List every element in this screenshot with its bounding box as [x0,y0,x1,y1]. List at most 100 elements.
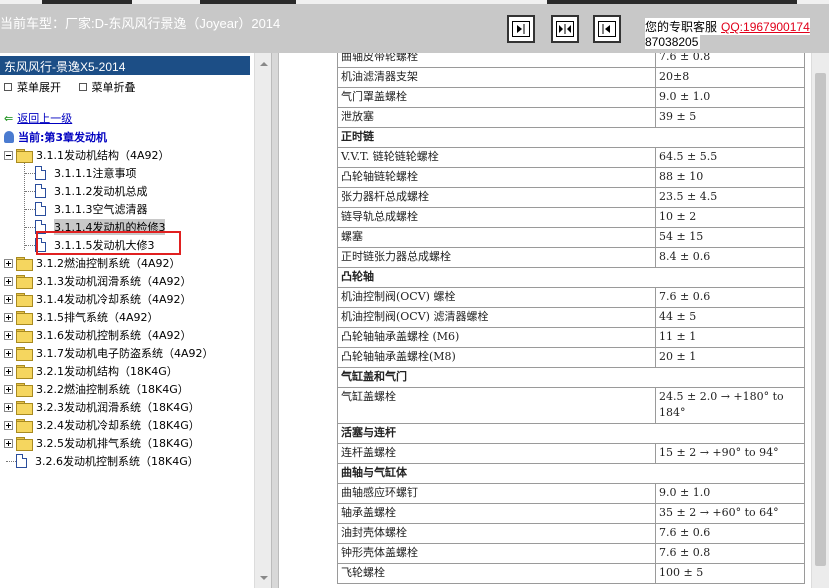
chapter-icon [4,131,14,143]
tree-label: 3.1.3发动机润滑系统（4A92） [36,275,192,288]
document-icon [35,184,46,198]
section-row: 正时链 [337,127,805,148]
torque-value: 39 ± 5 [655,107,805,128]
tree-document[interactable]: 3.2.6发动机控制系统（18K4G） [6,452,199,470]
tree-label: 3.1.6发动机控制系统（4A92） [36,329,192,342]
torque-value: 20±8 [655,67,805,88]
tree-label: 3.1.1.2发动机总成 [54,185,148,198]
expand-node-icon[interactable] [4,276,13,286]
expand-node-icon[interactable] [4,330,13,340]
table-row: 连杆盖螺栓 15 ± 2 → +90° to 94° [337,443,805,464]
collapse-menu-button[interactable]: 菜单折叠 [78,81,136,94]
back-link[interactable]: ⇐ 返回上一级 [4,110,72,126]
tree-document[interactable]: 3.1.1.3空气滤清器 [25,200,147,218]
tree-folder[interactable]: 3.1.2燃油控制系统（4A92） [4,254,181,272]
torque-value: 7.6 ± 0.8 [655,543,805,564]
content-panel: 曲轴皮带轮螺栓 7.6 ± 0.8 机油滤清器支架 20±8 气门罩盖螺栓 9.0 ± 1… [279,53,811,588]
expand-node-icon[interactable] [4,402,13,412]
back-label: 返回上一级 [17,112,73,125]
qq-link[interactable]: QQ:1967900174 [721,20,810,34]
part-name: 钟形壳体盖螺栓 [337,543,656,564]
table-row: 钟形壳体盖螺栓 7.6 ± 0.8 [337,543,805,564]
table-row: 凸轮轴链轮螺栓 88 ± 10 [337,167,805,188]
navigation-panel: 东风风行-景逸X5-2014 菜单展开 菜单折叠 ⇐ 返回上一级 当前:第3章发动… [0,53,271,588]
torque-value: 20 ± 1 [655,347,805,368]
part-name: 机油控制阀(OCV) 滤清器螺栓 [337,307,656,328]
part-name: 轴承盖螺栓 [337,503,656,524]
tree-connector [25,172,35,174]
split-button[interactable] [551,15,579,43]
content-scrollbar[interactable] [811,53,829,588]
left-scrollbar[interactable] [254,53,271,588]
tree-document[interactable]: 3.1.1.2发动机总成 [25,182,147,200]
tree-folder[interactable]: 3.1.7发动机电子防盗系统（4A92） [4,344,214,362]
tree-label: 3.1.4发动机冷却系统（4A92） [36,293,192,306]
current-chapter-label: 当前:第3章发动机 [18,131,108,144]
tree-folder[interactable]: 3.2.4发动机冷却系统（18K4G） [4,416,200,434]
part-name: 机油滤清器支架 [337,67,656,88]
tree-label: 3.1.1.1注意事项 [54,167,137,180]
tree-folder[interactable]: 3.2.2燃油控制系统（18K4G） [4,380,189,398]
collapse-node-icon[interactable] [4,150,13,160]
prev-button[interactable] [507,15,535,43]
tree-label: 3.2.1发动机结构（18K4G） [36,365,178,378]
tree-folder[interactable]: 3.1.4发动机冷却系统（4A92） [4,290,192,308]
tree-label: 3.2.6发动机控制系统（18K4G） [35,455,199,468]
tree-label: 3.2.2燃油控制系统（18K4G） [36,383,189,396]
tree-folder[interactable]: 3.2.1发动机结构（18K4G） [4,362,178,380]
tree-folder[interactable]: 3.1.5排气系统（4A92） [4,308,159,326]
torque-value: 64.5 ± 5.5 [655,147,805,168]
tree-document[interactable]: 3.1.1.1注意事项 [25,164,136,182]
expand-icon [4,83,12,91]
part-name: 链导轨总成螺栓 [337,207,656,228]
torque-value: 9.0 ± 1.0 [655,87,805,108]
torque-value: 7.6 ± 0.6 [655,523,805,544]
tree-label: 3.1.5排气系统（4A92） [36,311,159,324]
scroll-down-button[interactable] [255,569,272,586]
expand-node-icon[interactable] [4,258,13,268]
torque-value: 8.4 ± 0.6 [655,247,805,268]
tree-folder[interactable]: 3.2.5发动机排气系统（18K4G） [4,434,200,452]
torque-value: 15 ± 2 → +90° to 94° [655,443,805,464]
folder-icon [16,329,33,343]
tree-connector [25,226,35,228]
torque-value: 7.6 ± 0.6 [655,287,805,308]
table-row: 轴承盖螺栓 35 ± 2 → +60° to 64° [337,503,805,524]
part-name: V.V.T. 链轮链轮螺栓 [337,147,656,168]
expand-node-icon[interactable] [4,438,13,448]
tree-folder[interactable]: 3.1.6发动机控制系统（4A92） [4,326,192,344]
tree-folder[interactable]: 3.2.3发动机润滑系统（18K4G） [4,398,200,416]
next-button[interactable] [593,15,621,43]
vehicle-title: 当前车型：厂家:D-东风风行景逸（Joyear）2014 [0,16,281,31]
section-title: 凸轮轴 [337,267,805,288]
table-row: 凸轮轴轴承盖螺栓(M8) 20 ± 1 [337,347,805,368]
current-chapter: 当前:第3章发动机 [4,129,107,145]
torque-value: 24.5 ± 2.0 → +180° to 184° [655,387,805,424]
torque-value: 44 ± 5 [655,307,805,328]
torque-value: 11 ± 1 [655,327,805,348]
expand-node-icon[interactable] [4,312,13,322]
expand-node-icon[interactable] [4,420,13,430]
section-row: 凸轮轴 [337,267,805,288]
expand-node-icon[interactable] [4,294,13,304]
folder-icon [16,401,33,415]
part-name: 螺塞 [337,227,656,248]
scroll-up-button[interactable] [255,55,272,72]
tree-folder[interactable]: 3.1.3发动机润滑系统（4A92） [4,272,192,290]
expand-node-icon[interactable] [4,348,13,358]
tree-label: 3.2.3发动机润滑系统（18K4G） [36,401,200,414]
highlight-box [36,231,181,255]
tree-folder[interactable]: 3.1.1发动机结构（4A92） [4,146,170,164]
part-name: 连杆盖螺栓 [337,443,656,464]
folder-icon [16,383,33,397]
folder-icon [16,149,33,163]
expand-node-icon[interactable] [4,384,13,394]
scroll-thumb[interactable] [815,73,826,566]
expand-menu-button[interactable]: 菜单展开 [4,81,61,94]
tree-label: 3.2.5发动机排气系统（18K4G） [36,437,200,450]
expand-node-icon[interactable] [4,366,13,376]
torque-value: 23.5 ± 4.5 [655,187,805,208]
collapse-icon [78,83,87,91]
panel-divider[interactable] [271,53,279,588]
tree-connector [6,460,16,462]
